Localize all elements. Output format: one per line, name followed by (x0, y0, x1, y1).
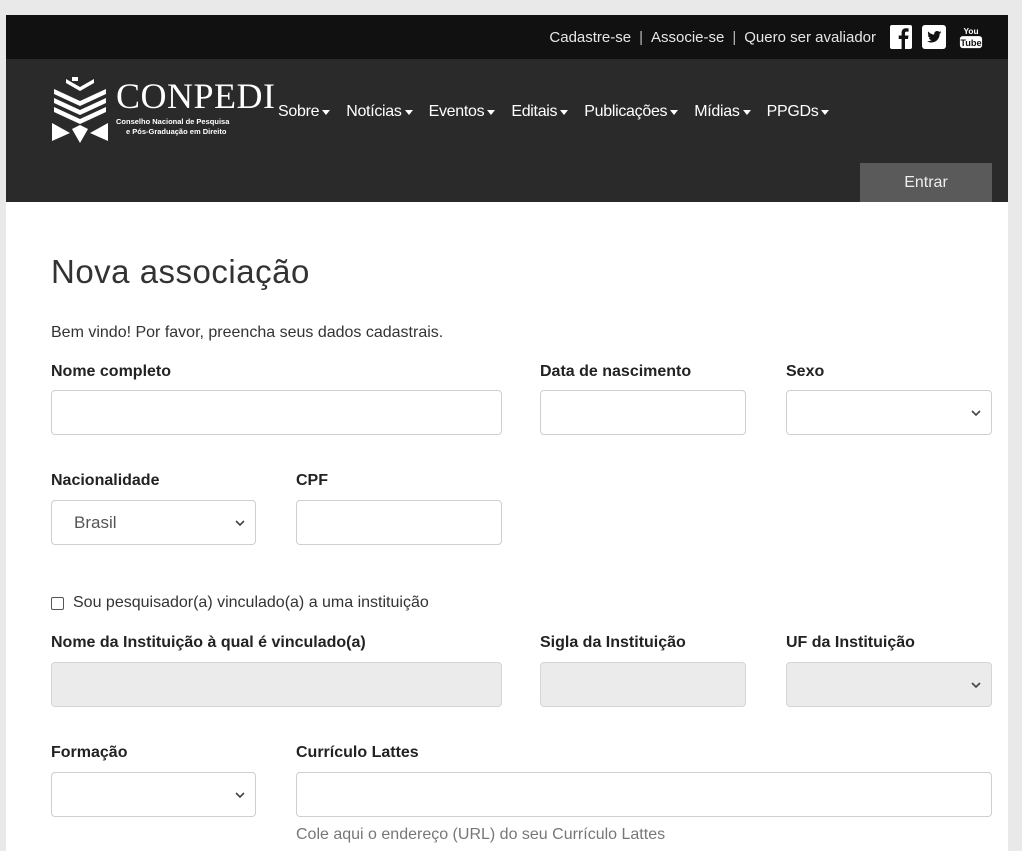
youtube-text-top: You (963, 26, 978, 36)
link-quero-ser-avaliador[interactable]: Quero ser avaliador (744, 29, 876, 46)
label-sigla-instituicao: Sigla da Instituição (540, 634, 686, 651)
data-nascimento-input[interactable] (540, 390, 746, 435)
nav-midias-label: Mídias (694, 103, 740, 120)
caret-down-icon (560, 109, 569, 115)
nav-publicacoes[interactable]: Publicações (584, 103, 679, 121)
nav-ppgds[interactable]: PPGDs (767, 103, 830, 121)
nav-eventos-label: Eventos (428, 103, 485, 120)
formacao-select[interactable] (51, 772, 256, 817)
sexo-select[interactable] (786, 390, 992, 435)
nav-publicacoes-label: Publicações (584, 103, 668, 120)
pesquisador-checkbox-row[interactable]: Sou pesquisador(a) vinculado(a) a uma in… (51, 594, 429, 612)
nav-editais-label: Editais (511, 103, 558, 120)
pesquisador-checkbox[interactable] (51, 596, 64, 610)
chevron-down-icon (971, 410, 981, 417)
lattes-help-text: Cole aqui o endereço (URL) do seu Curríc… (296, 826, 666, 843)
chevron-down-icon (235, 792, 245, 799)
login-button[interactable]: Entrar (860, 163, 992, 202)
sigla-instituicao-input[interactable] (540, 662, 746, 707)
logo-subtitle-line2: e Pós-Graduação em Direito (126, 127, 227, 136)
logo-subtitle-line1: Conselho Nacional de Pesquisa (116, 117, 230, 126)
link-associe-se[interactable]: Associe-se (651, 29, 724, 46)
nav-midias[interactable]: Mídias (694, 103, 751, 121)
caret-down-icon (742, 109, 751, 115)
label-cpf: CPF (296, 472, 328, 489)
label-data-nascimento: Data de nascimento (540, 363, 692, 380)
nacionalidade-select-value: Brasil (74, 513, 117, 532)
top-links: Cadastre-se | Associe-se | Quero ser avaliad… (549, 29, 876, 46)
pesquisador-checkbox-label: Sou pesquisador(a) vinculado(a) a uma in… (73, 594, 429, 611)
nav-sobre-label: Sobre (278, 103, 320, 120)
page: Cadastre-se | Associe-se | Quero ser avaliad… (6, 15, 1008, 851)
caret-down-icon (404, 109, 413, 115)
logo-emblem-icon (52, 77, 108, 143)
label-formacao: Formação (51, 744, 128, 761)
label-nome-instituicao: Nome da Instituição à qual é vinculado(a… (51, 634, 366, 651)
uf-instituicao-select[interactable] (786, 662, 992, 707)
caret-down-icon (821, 109, 830, 115)
caret-down-icon (487, 109, 496, 115)
intro-text: Bem vindo! Por favor, preencha seus dado… (51, 324, 444, 341)
caret-down-icon (322, 109, 331, 115)
label-uf-instituicao: UF da Instituição (786, 634, 915, 651)
twitter-icon[interactable] (922, 25, 946, 49)
main-navbar: CONPEDI Conselho Nacional de Pesquisa e … (6, 59, 1008, 202)
page-title: Nova associação (51, 253, 310, 290)
caret-down-icon (670, 109, 679, 115)
cpf-input[interactable] (296, 500, 502, 545)
curriculo-lattes-input[interactable] (296, 772, 992, 817)
nacionalidade-select[interactable]: Brasil (51, 500, 256, 545)
nav-noticias-label: Notícias (346, 103, 402, 120)
main-menu: Sobre Notícias Eventos Editais Publicaçõ… (278, 103, 845, 121)
nav-noticias[interactable]: Notícias (346, 103, 413, 121)
youtube-icon[interactable]: You Tube (958, 25, 984, 49)
nav-eventos[interactable]: Eventos (429, 103, 496, 121)
logo-name: CONPEDI (116, 76, 276, 116)
label-nome-completo: Nome completo (51, 363, 172, 380)
nome-completo-input[interactable] (51, 390, 502, 435)
nav-editais[interactable]: Editais (511, 103, 569, 121)
nav-sobre[interactable]: Sobre (278, 103, 331, 121)
facebook-icon[interactable] (890, 25, 912, 49)
youtube-text-bottom: Tube (960, 38, 981, 48)
top-bar: Cadastre-se | Associe-se | Quero ser avaliad… (6, 15, 1008, 59)
nome-instituicao-input[interactable] (51, 662, 502, 707)
nav-ppgds-label: PPGDs (766, 103, 819, 120)
chevron-down-icon (971, 682, 981, 689)
separator: | (639, 29, 643, 46)
separator: | (732, 29, 737, 46)
link-cadastre-se[interactable]: Cadastre-se (549, 29, 631, 46)
label-curriculo-lattes: Currículo Lattes (296, 744, 419, 761)
chevron-down-icon (235, 520, 245, 527)
label-nacionalidade: Nacionalidade (51, 472, 160, 489)
conpedi-logo[interactable]: CONPEDI Conselho Nacional de Pesquisa e … (50, 76, 275, 145)
label-sexo: Sexo (786, 363, 825, 380)
